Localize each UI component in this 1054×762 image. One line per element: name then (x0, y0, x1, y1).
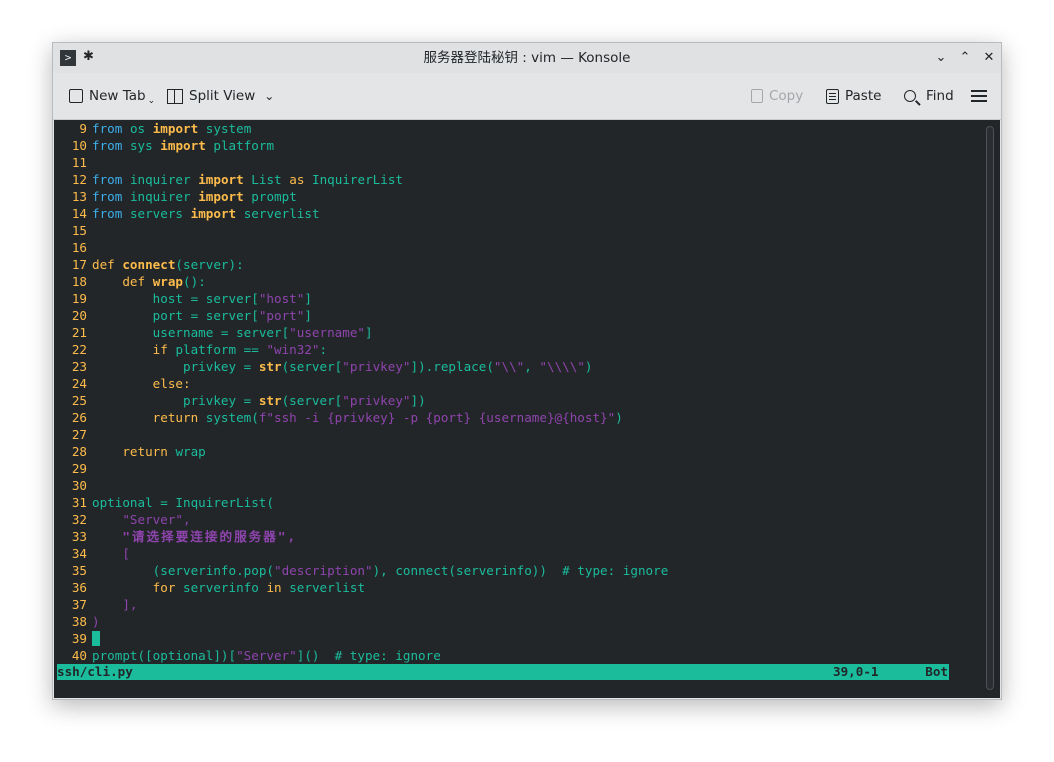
paste-label: Paste (845, 88, 882, 104)
code-line: 28 return wrap (71, 444, 206, 459)
dropdown-indicator-icon: ⌄ (147, 96, 156, 106)
text-cursor (92, 631, 100, 646)
new-tab-label: New Tab (89, 88, 146, 104)
status-cursor-position: 39,0-1 (833, 664, 879, 679)
code-line: 13 from inquirer import prompt (71, 189, 297, 204)
code-line: 31 optional = InquirerList( (71, 495, 274, 510)
code-line: 23 privkey = str(server["privkey"]).repl… (71, 359, 593, 374)
menu-icon (971, 90, 987, 102)
terminal-view[interactable]: 9 from os import system 10 from sys import… (54, 120, 1000, 698)
code-line: 17 def connect(server): (71, 257, 244, 272)
code-line: 24 else: (71, 376, 191, 391)
code-line: 18 def wrap(): (71, 274, 206, 289)
code-line: 27 (71, 427, 87, 442)
code-line: 29 (71, 461, 87, 476)
find-button[interactable]: Find (904, 82, 954, 110)
window-title: 服务器登陆秘钥 : vim — Konsole (423, 50, 631, 66)
paste-button[interactable]: Paste (826, 82, 881, 110)
title-bar[interactable]: > ✱ 服务器登陆秘钥 : vim — Konsole ⌄ ⌃ ✕ (53, 43, 1001, 73)
new-tab-icon (69, 89, 83, 103)
code-line: 38) (71, 614, 100, 629)
code-line: 25 privkey = str(server["privkey"]) (71, 393, 426, 408)
copy-icon (751, 89, 763, 103)
hamburger-menu-button[interactable] (971, 82, 987, 110)
konsole-window: > ✱ 服务器登陆秘钥 : vim — Konsole ⌄ ⌃ ✕ New Ta… (52, 42, 1002, 700)
code-line: 16 (71, 240, 87, 255)
code-line: 36 for serverinfo in serverlist (71, 580, 366, 595)
split-view-icon (167, 88, 183, 104)
paste-icon (826, 88, 839, 104)
new-tab-button[interactable]: New Tab ⌄ (69, 82, 155, 110)
code-line: 32 "Server", (71, 512, 191, 527)
code-line: 26 return system(f"ssh -i {privkey} -p {… (71, 410, 623, 425)
code-line: 33 "请选择要连接的服务器", (71, 529, 298, 544)
split-view-button[interactable]: Split View ⌄ (167, 82, 274, 110)
code-line: 15 (71, 223, 87, 238)
code-line: 35 (serverinfo.pop("description"), conne… (71, 563, 669, 578)
code-line: 12 from inquirer import List as InquirerL… (71, 172, 403, 187)
code-line: 39 (57, 630, 668, 647)
find-label: Find (926, 88, 954, 104)
code-line: 37 ], (71, 597, 138, 612)
code-line: 19 host = server["host"] (71, 291, 312, 306)
chevron-down-icon: ⌄ (264, 89, 275, 103)
vim-buffer[interactable]: 9 from os import system 10 from sys import… (57, 120, 668, 664)
code-line: 40 prompt([optional])["Server"]() # type:… (71, 648, 441, 663)
copy-button[interactable]: Copy (751, 82, 803, 110)
maximize-icon[interactable]: ⌃ (955, 48, 975, 68)
code-line: 9 from os import system (79, 121, 252, 136)
search-icon (904, 90, 916, 102)
status-scroll-position: Bot (925, 664, 948, 679)
copy-label: Copy (769, 88, 804, 104)
code-line: 20 port = server["port"] (71, 308, 312, 323)
toolbar: New Tab ⌄ Split View ⌄ Copy Paste Find (53, 73, 1001, 120)
code-line: 11 (71, 155, 87, 170)
code-line: 22 if platform == "win32": (71, 342, 328, 357)
split-view-label: Split View (189, 88, 256, 104)
code-line: 14 from servers import serverlist (71, 206, 320, 221)
code-line: 30 (71, 478, 87, 493)
code-line: 34 [ (71, 546, 130, 561)
code-line: 21 username = server["username"] (71, 325, 373, 340)
close-icon[interactable]: ✕ (979, 48, 999, 68)
minimize-icon[interactable]: ⌄ (931, 48, 951, 68)
status-filename: ssh/cli.py (57, 664, 133, 679)
vim-status-line: ssh/cli.py 39,0-1 Bot (57, 664, 949, 680)
code-line: 10 from sys import platform (71, 138, 275, 153)
terminal-scrollbar[interactable] (986, 126, 994, 690)
